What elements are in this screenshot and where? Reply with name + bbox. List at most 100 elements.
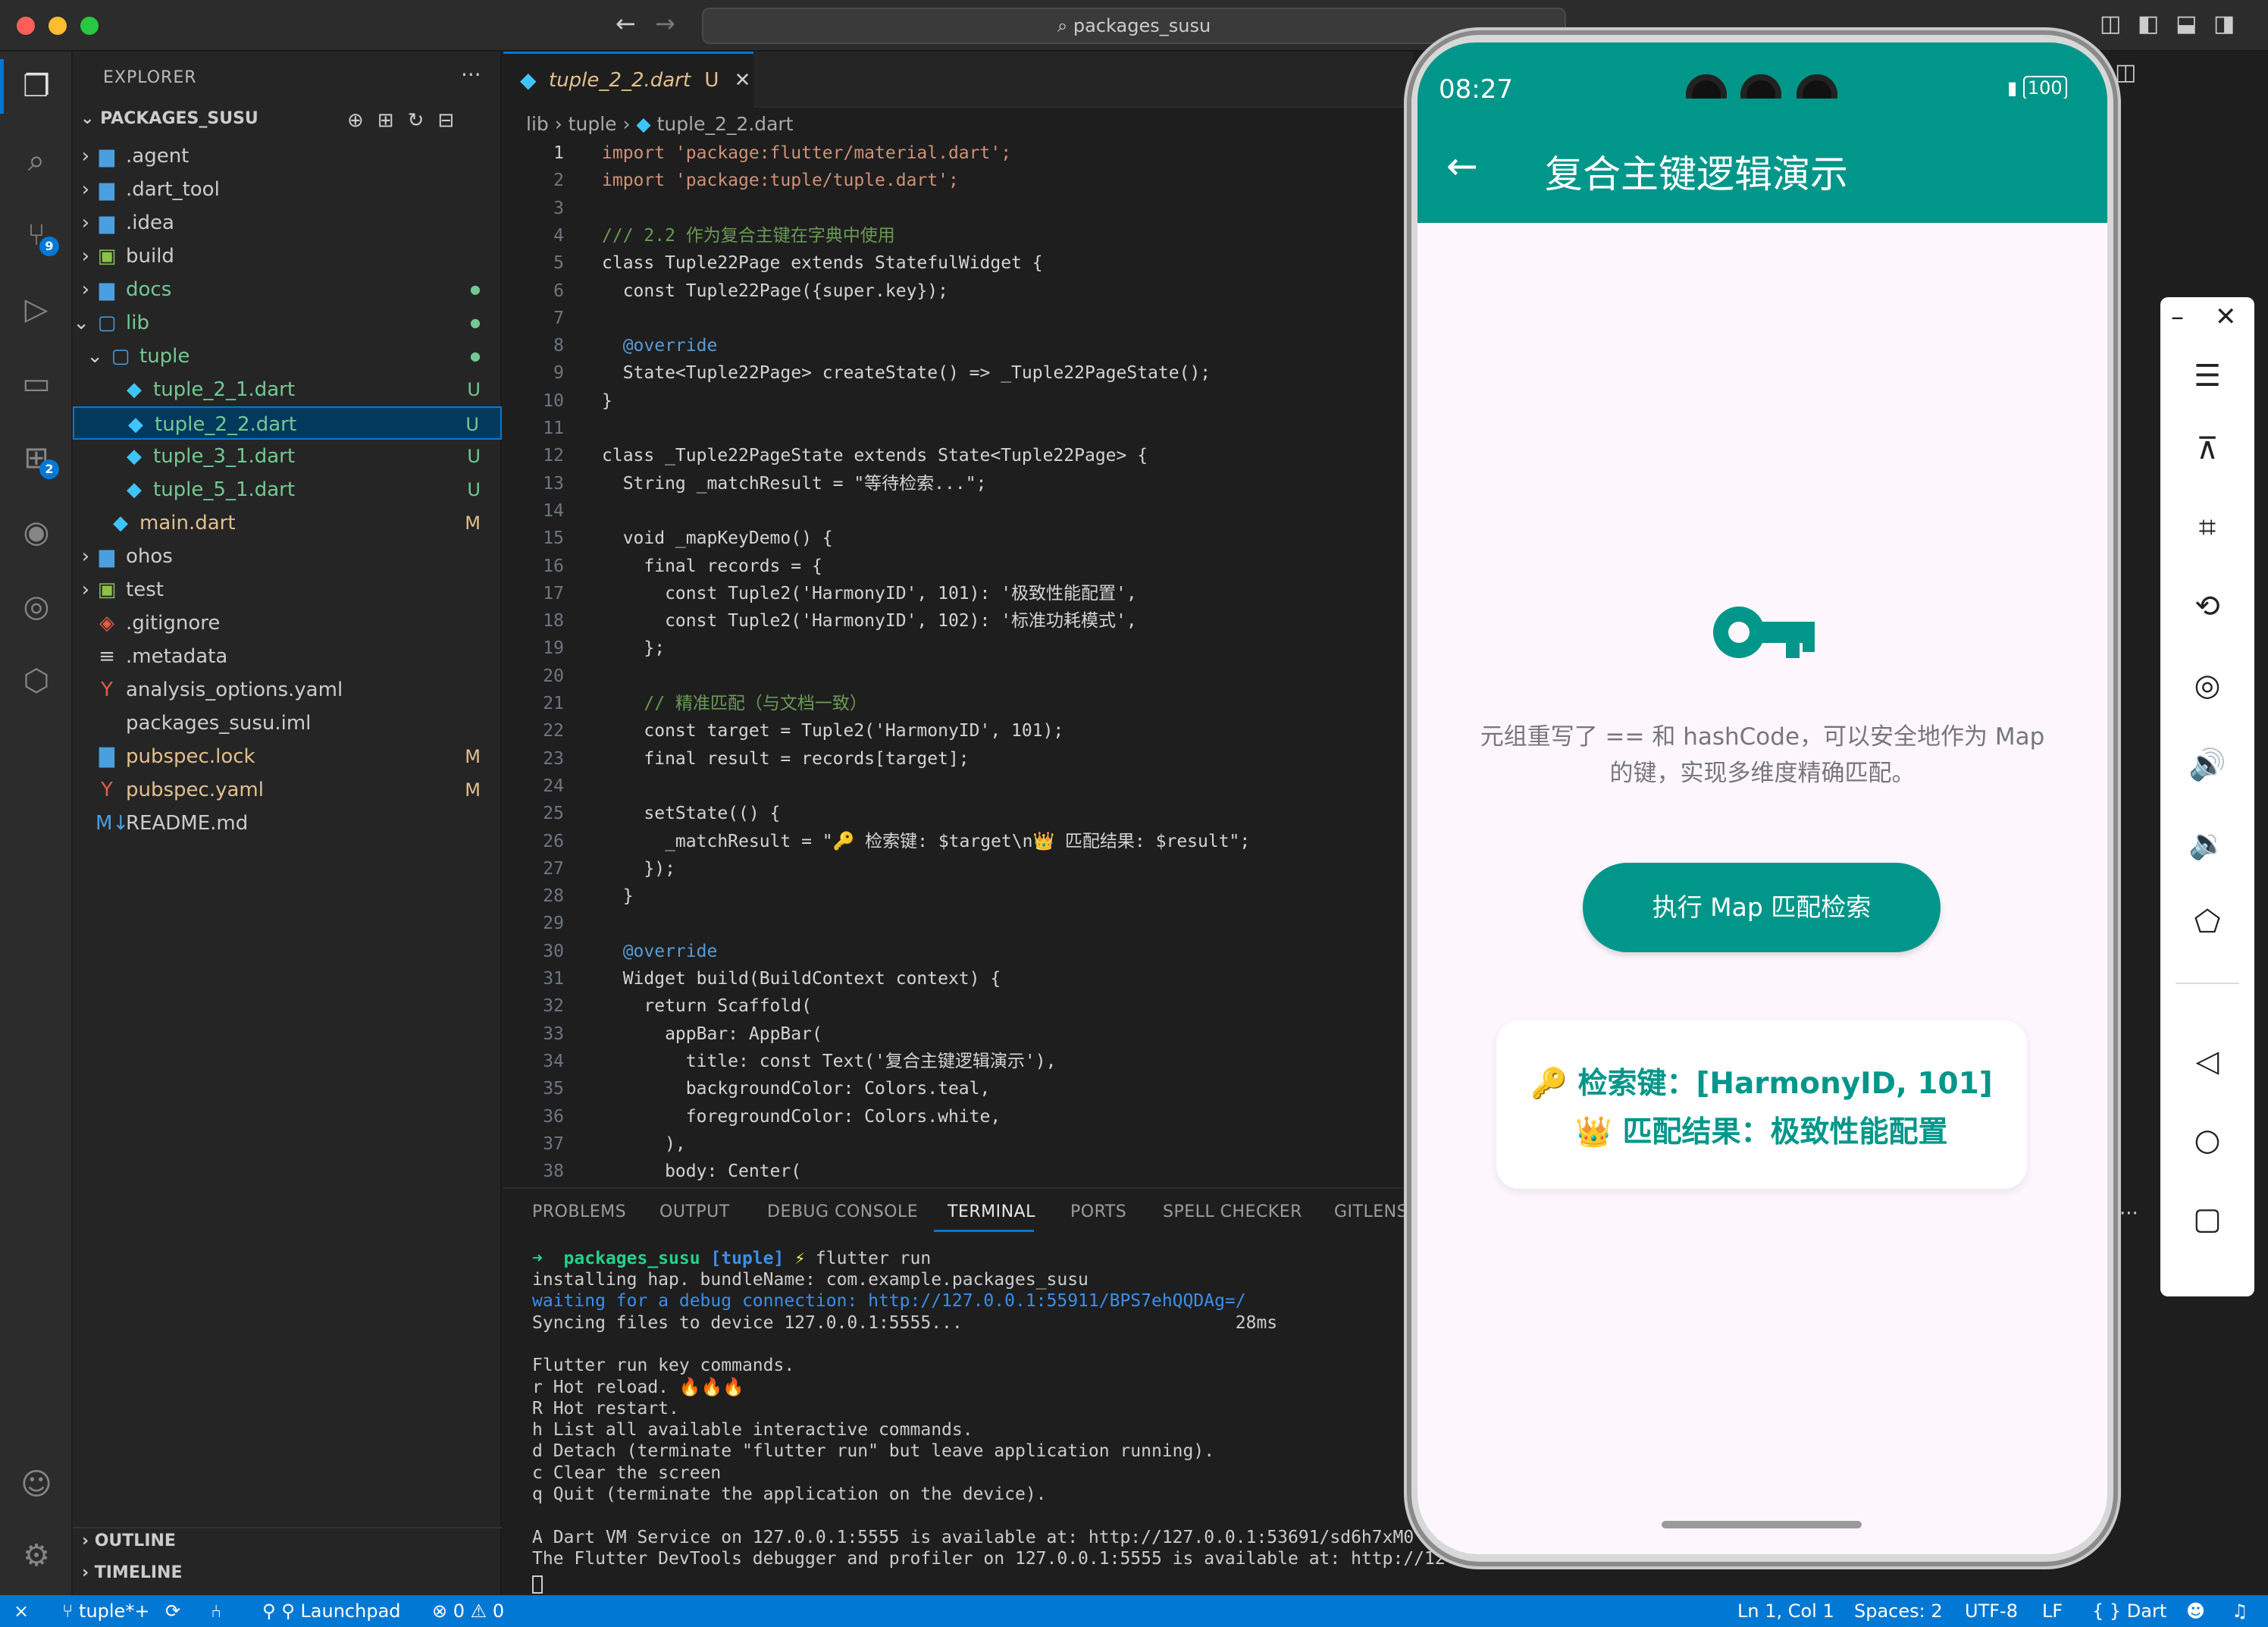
explorer-item[interactable]: › ▆ .dart_tool xyxy=(73,173,502,206)
explorer-actions[interactable]: ⊕⊞↻⊟ xyxy=(347,109,468,132)
record-icon[interactable]: ◎ xyxy=(2160,646,2254,725)
panel-more-icon[interactable]: ··· xyxy=(2119,1202,2138,1225)
back-arrow-icon[interactable]: ← xyxy=(1446,144,1478,188)
panel-tab[interactable]: PROBLEMS xyxy=(532,1202,626,1221)
language-mode[interactable]: { } Dart xyxy=(2092,1595,2166,1627)
zoom-window-button[interactable] xyxy=(80,17,99,35)
code-line[interactable]: 28 } xyxy=(503,882,1413,910)
panel-tab[interactable]: PORTS xyxy=(1070,1202,1126,1221)
gitlens-icon[interactable]: ◎ xyxy=(0,573,73,640)
explorer-item[interactable]: ◆ tuple_3_1.dart U xyxy=(73,440,502,473)
code-line[interactable]: 30 @override xyxy=(503,938,1413,965)
explorer-item[interactable]: › ▣ build xyxy=(73,240,502,273)
cursor-position[interactable]: Ln 1, Col 1 xyxy=(1737,1595,1834,1627)
code-line[interactable]: 14 xyxy=(503,497,1413,525)
panel-tab[interactable]: TERMINAL xyxy=(948,1202,1035,1221)
code-line[interactable]: 15 void _mapKeyDemo() { xyxy=(503,525,1413,552)
crop-screenshot-icon[interactable]: ⌗ xyxy=(2160,488,2254,567)
back-nav-icon[interactable]: ◁ xyxy=(2160,1022,2254,1101)
code-line[interactable]: 24 xyxy=(503,773,1413,800)
explorer-item[interactable]: ◈ .gitignore xyxy=(73,607,502,640)
outline-section[interactable]: › OUTLINE xyxy=(82,1531,176,1550)
explorer-item[interactable]: ▇ pubspec.lock M xyxy=(73,740,502,773)
menu-icon[interactable]: ☰ xyxy=(2160,337,2254,415)
new-file-icon[interactable]: ⊕ xyxy=(347,109,377,132)
code-line[interactable]: 21 // 精准匹配（与文档一致） xyxy=(503,690,1413,717)
run-map-search-button[interactable]: 执行 Map 匹配检索 xyxy=(1583,863,1941,952)
rotate-icon[interactable]: ⟲ xyxy=(2160,567,2254,646)
new-folder-icon[interactable]: ⊞ xyxy=(377,109,408,132)
code-line[interactable]: 38 body: Center( xyxy=(503,1158,1413,1185)
code-line[interactable]: 18 const Tuple2('HarmonyID', 102): '标准功耗… xyxy=(503,607,1413,635)
code-line[interactable]: 36 foregroundColor: Colors.white, xyxy=(503,1103,1413,1130)
explorer-item[interactable]: ◆ tuple_2_2.dart U xyxy=(73,406,502,440)
minimize-emulator-icon[interactable]: – xyxy=(2171,302,2184,332)
command-center-search[interactable]: ⌕ packages_susu xyxy=(702,8,1566,44)
code-line[interactable]: 1 import 'package:flutter/material.dart'; xyxy=(503,140,1413,167)
code-line[interactable]: 11 xyxy=(503,415,1413,442)
explorer-item[interactable]: Yanalysis_options.yaml xyxy=(73,673,502,707)
code-line[interactable]: 33 appBar: AppBar( xyxy=(503,1020,1413,1048)
editor-tab-tuple-2-2[interactable]: ◆ tuple_2_2.dart U ✕ xyxy=(503,52,753,108)
explorer-item[interactable]: › ▆ .idea xyxy=(73,206,502,240)
line-ending[interactable]: LF xyxy=(2042,1595,2063,1627)
explorer-item[interactable]: ≡ .metadata xyxy=(73,640,502,673)
refresh-icon[interactable]: ↻ xyxy=(408,109,438,132)
package-icon[interactable]: ⬡ xyxy=(0,647,73,714)
explorer-item[interactable]: › ▆ ohos xyxy=(73,540,502,573)
run-debug-icon[interactable]: ▷ xyxy=(0,276,73,343)
explorer-item[interactable]: packages_susu.iml xyxy=(73,707,502,740)
code-line[interactable]: 13 String _matchResult = "等待检索..."; xyxy=(503,470,1413,497)
close-window-button[interactable] xyxy=(17,17,35,35)
home-indicator[interactable] xyxy=(1662,1521,1862,1528)
extensions-icon[interactable]: ⊞ 2 xyxy=(0,425,73,491)
back-arrow-icon[interactable]: ← xyxy=(616,9,636,38)
fold-icon[interactable]: ⬠ xyxy=(2160,882,2254,961)
code-line[interactable]: 17 const Tuple2('HarmonyID', 101): '极致性能… xyxy=(503,580,1413,607)
collapse-all-icon[interactable]: ⊟ xyxy=(437,109,468,132)
toggle-sidebar-icon[interactable]: ◧ xyxy=(2138,11,2159,37)
code-line[interactable]: 34 title: const Text('复合主键逻辑演示'), xyxy=(503,1048,1413,1075)
close-tab-icon[interactable]: ✕ xyxy=(735,69,751,92)
more-actions-icon[interactable]: ··· xyxy=(461,62,481,87)
code-line[interactable]: 10} xyxy=(503,387,1413,415)
source-control-icon[interactable]: ⑂ 9 xyxy=(0,202,73,268)
code-line[interactable]: 5 class Tuple22Page extends StatefulWidge… xyxy=(503,249,1413,277)
copilot-icon[interactable]: ☻ xyxy=(2186,1595,2205,1627)
explorer-item[interactable]: ⌄ ▢ lib ● xyxy=(73,306,502,340)
code-line[interactable]: 29 xyxy=(503,910,1413,937)
explorer-item[interactable]: › ▣ test xyxy=(73,573,502,607)
forward-arrow-icon[interactable]: → xyxy=(655,9,675,38)
code-line[interactable]: 23 final result = records[target]; xyxy=(503,745,1413,773)
settings-gear-icon[interactable]: ⚙ xyxy=(0,1522,73,1589)
code-line[interactable]: 31 Widget build(BuildContext context) { xyxy=(503,965,1413,992)
code-line[interactable]: 4/// 2.2 作为复合主键在字典中使用 xyxy=(503,222,1413,249)
explorer-item[interactable]: M↓README.md xyxy=(73,807,502,840)
branch-status[interactable]: ⑂ tuple*+ xyxy=(62,1595,149,1627)
toggle-panel-icon[interactable]: ⬓ xyxy=(2176,11,2197,37)
explorer-item[interactable]: Ypubspec.yaml M xyxy=(73,773,502,807)
code-line[interactable]: 7 xyxy=(503,305,1413,332)
launchpad-status[interactable]: ⚲ ⚲ Launchpad xyxy=(262,1595,401,1627)
code-line[interactable]: 6 const Tuple22Page({super.key}); xyxy=(503,277,1413,305)
explorer-root[interactable]: ⌄ PACKAGES_SUSU xyxy=(80,109,258,128)
remote-explorer-icon[interactable]: ▭ xyxy=(0,350,73,417)
explorer-item[interactable]: ◆ tuple_2_1.dart U xyxy=(73,373,502,406)
panel-tab[interactable]: GITLENS xyxy=(1334,1202,1408,1221)
git-graph-icon[interactable]: ◉ xyxy=(0,499,73,566)
code-line[interactable]: 9 State<Tuple22Page> createState() => _T… xyxy=(503,359,1413,387)
encoding[interactable]: UTF-8 xyxy=(1965,1595,2018,1627)
code-line[interactable]: 25 setState(() { xyxy=(503,800,1413,827)
code-line[interactable]: 8 @override xyxy=(503,332,1413,359)
volume-up-icon[interactable]: 🔊 xyxy=(2160,725,2254,804)
explorer-icon[interactable]: ❐ xyxy=(0,53,73,120)
breadcrumb-lib[interactable]: lib xyxy=(526,113,549,135)
breadcrumb-tuple[interactable]: tuple xyxy=(569,113,617,135)
code-line[interactable]: 35 backgroundColor: Colors.teal, xyxy=(503,1075,1413,1102)
code-line[interactable]: 20 xyxy=(503,663,1413,690)
close-emulator-icon[interactable]: ✕ xyxy=(2215,302,2237,332)
home-nav-icon[interactable]: ○ xyxy=(2160,1101,2254,1180)
panel-tab[interactable]: OUTPUT xyxy=(659,1202,730,1221)
explorer-item[interactable]: ⌄ ▢ tuple ● xyxy=(73,340,502,373)
code-line[interactable]: 37 ), xyxy=(503,1130,1413,1158)
